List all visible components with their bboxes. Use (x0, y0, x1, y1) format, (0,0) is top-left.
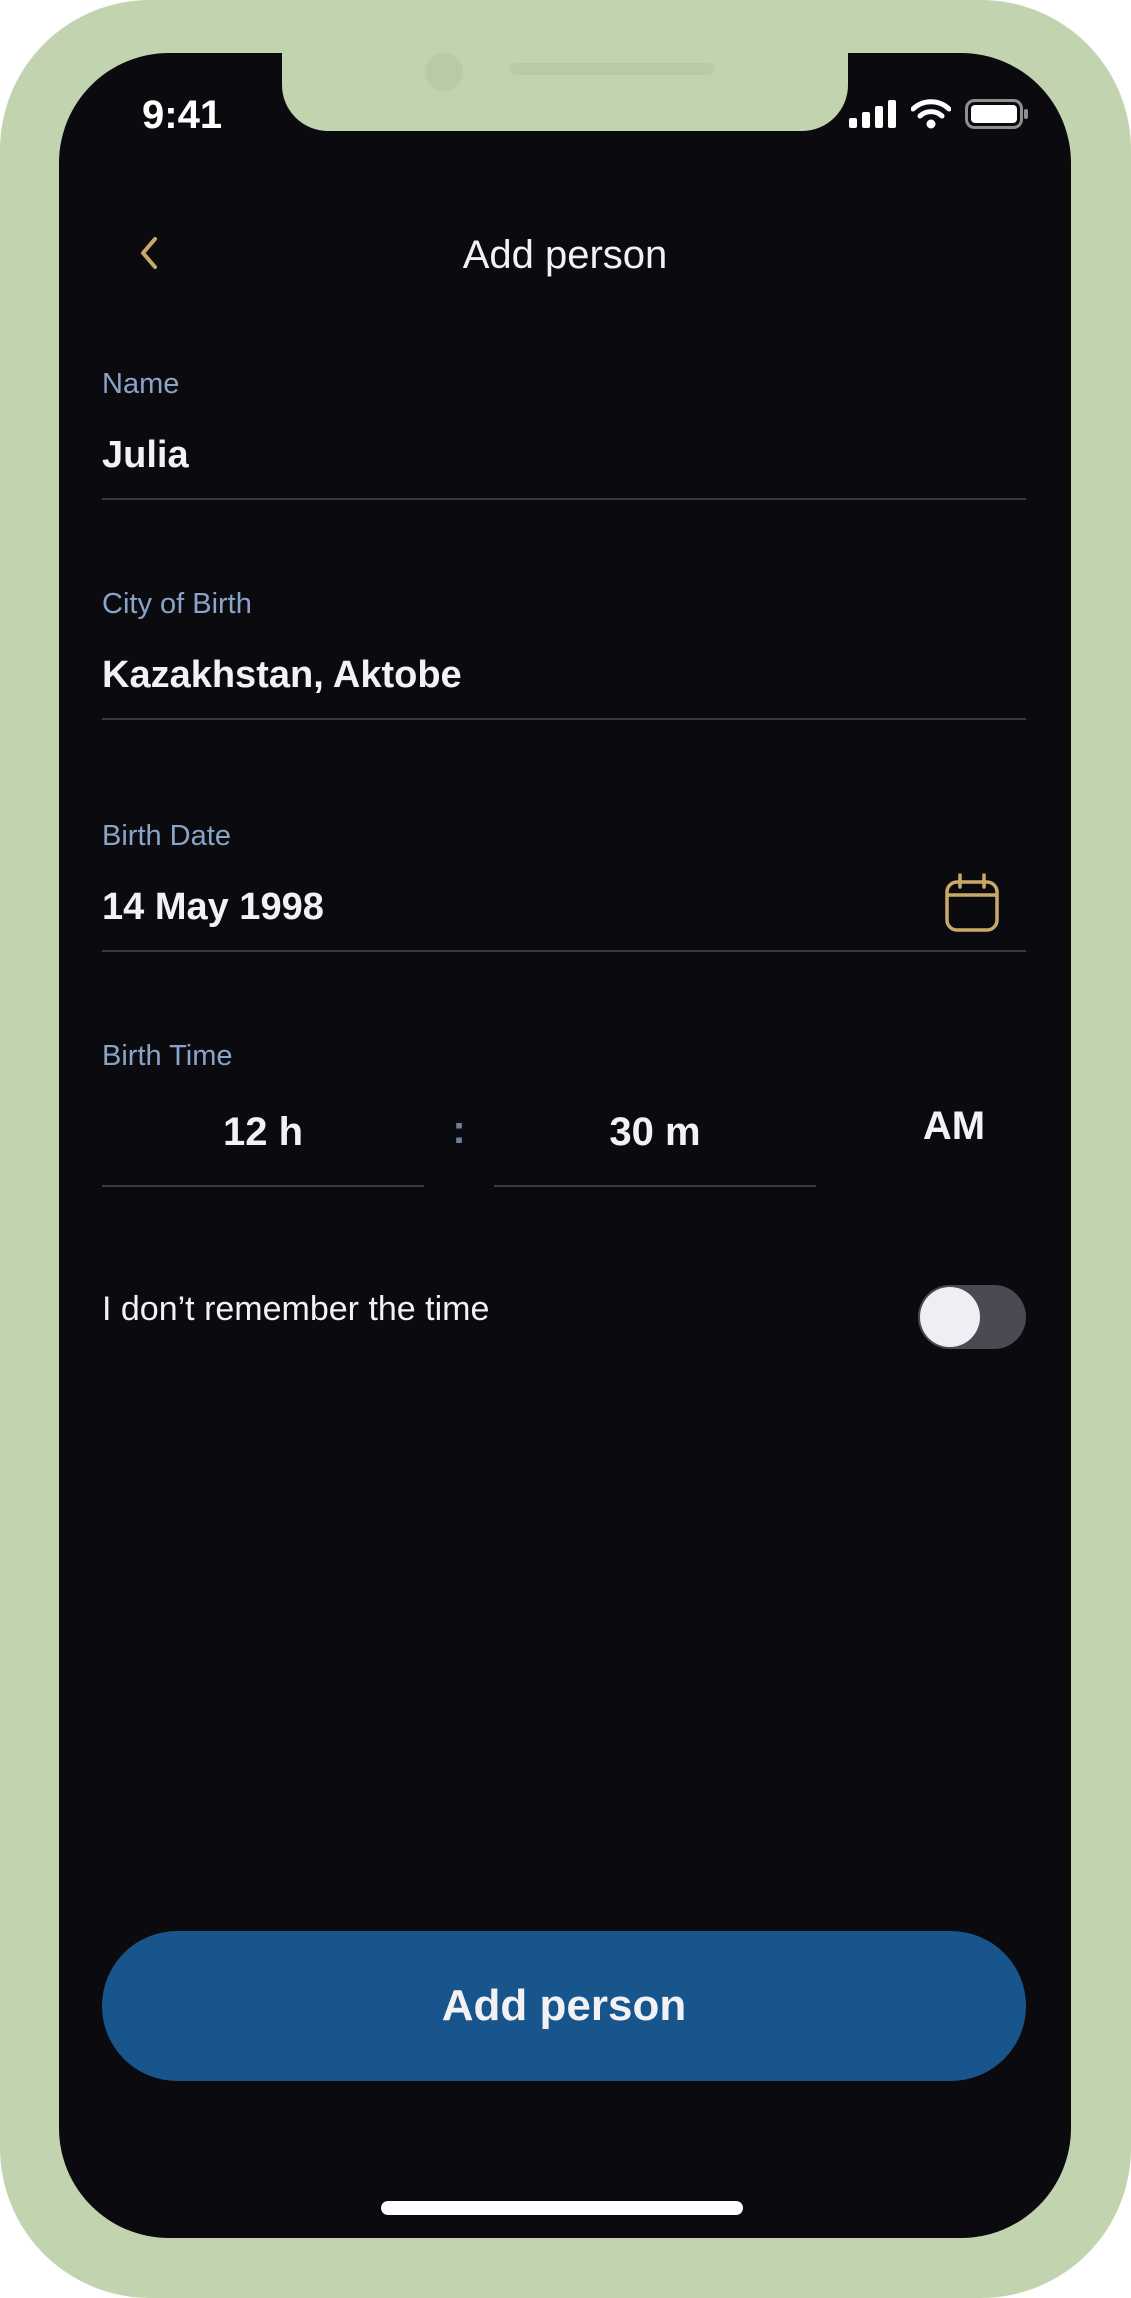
home-indicator[interactable] (381, 2201, 743, 2215)
birth-date-field-group: Birth Date (102, 820, 1026, 960)
name-underline (102, 498, 1026, 500)
dont-remember-time-switch[interactable] (918, 1285, 1026, 1349)
time-separator: : (452, 1108, 466, 1152)
calendar-button[interactable] (944, 873, 1000, 933)
earpiece-speaker (510, 63, 714, 75)
cellular-signal-icon (849, 100, 896, 128)
hours-underline (102, 1185, 424, 1187)
device-volume-down (0, 668, 6, 828)
name-label: Name (102, 368, 180, 400)
page-title: Add person (462, 233, 668, 277)
city-underline (102, 718, 1026, 720)
am-pm-toggle[interactable]: AM (882, 1104, 1026, 1149)
name-input[interactable] (102, 430, 1026, 480)
front-camera (425, 53, 463, 91)
status-time: 9:41 (142, 93, 223, 137)
device-volume-up (0, 466, 6, 626)
minutes-picker[interactable]: 30 m (494, 1110, 816, 1155)
birth-date-label: Birth Date (102, 820, 231, 852)
birth-time-label: Birth Time (102, 1040, 233, 1072)
wifi-icon (911, 99, 951, 129)
hours-picker[interactable]: 12 h (102, 1110, 424, 1155)
dont-remember-time-label: I don’t remember the time (102, 1290, 490, 1328)
city-of-birth-label: City of Birth (102, 588, 252, 620)
calendar-icon (945, 873, 999, 932)
device-power-button (1122, 516, 1131, 782)
minutes-underline (494, 1185, 816, 1187)
header-bar: Add person (59, 213, 1071, 293)
city-field-group: City of Birth (102, 588, 1026, 728)
phone-screen: 9:41 Add person Name Julia City of Birth… (59, 53, 1071, 2238)
device-side-button (0, 300, 6, 396)
switch-knob (920, 1287, 980, 1347)
device-notch (282, 53, 848, 131)
status-icons (849, 99, 1029, 129)
birth-time-field-group: Birth Time 12 h : 30 m AM (102, 1040, 1026, 1240)
battery-icon (965, 99, 1028, 129)
name-field-group: Name (102, 368, 1026, 508)
add-person-button[interactable]: Add person (102, 1931, 1026, 2081)
birth-date-underline (102, 950, 1026, 952)
city-of-birth-input[interactable] (102, 650, 1026, 700)
birth-date-input[interactable] (102, 882, 922, 932)
